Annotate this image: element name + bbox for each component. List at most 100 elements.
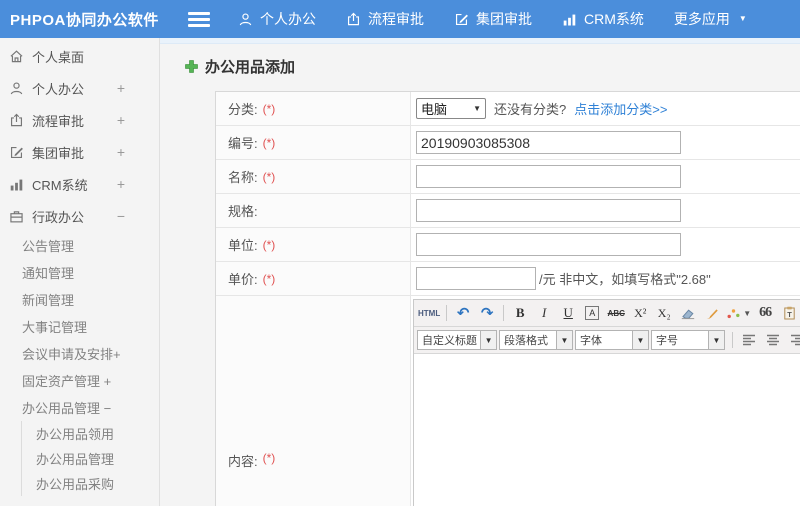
nav-personal-office[interactable]: 个人办公 (238, 9, 316, 29)
subscript[interactable]: X₂ (653, 303, 675, 323)
unit-input[interactable] (416, 233, 681, 256)
editor-toolbar-row1: HTML ↶ ↷ B I U A ABC X² X₂ ▼ 66 T (414, 300, 800, 327)
sidebar-item-label: 新闻管理 (22, 293, 75, 308)
edit-icon (9, 145, 24, 160)
no-category-hint: 还没有分类? (494, 102, 567, 117)
price-input[interactable] (416, 267, 536, 290)
expander-toggle[interactable]: + (117, 144, 125, 160)
sidebar-item-supplies-claim[interactable]: 办公用品领用 (21, 421, 159, 446)
flow-icon (9, 113, 24, 128)
form-row-spec: 规格: (216, 194, 800, 228)
editor-select-label: 自定义标题 (422, 335, 477, 347)
font-family-select[interactable]: 字体 ▼ (575, 330, 649, 350)
expander-toggle[interactable]: + (117, 176, 125, 192)
expander-toggle[interactable]: − (117, 208, 125, 224)
align-center[interactable] (762, 330, 784, 350)
strikethrough[interactable]: ABC (605, 303, 627, 323)
sidebar-item-crm[interactable]: CRM系统 + (0, 168, 159, 200)
nav-workflow-approval[interactable]: 流程审批 (346, 9, 424, 29)
clipboard-icon: T (783, 306, 796, 320)
spec-label: 规格: (228, 204, 258, 219)
sidebar-item-personal-desktop[interactable]: 个人桌面 (0, 40, 159, 72)
app-logo: PHPOA协同办公软件 (10, 11, 159, 29)
superscript[interactable]: X² (629, 303, 651, 323)
name-input[interactable] (416, 165, 681, 188)
name-label: 名称: (228, 170, 258, 185)
form-row-price: 单价: (*) /元 非中文，如填写格式"2.68" (216, 262, 800, 296)
sidebar-item-meeting-request[interactable]: 会议申请及安排+ (0, 340, 159, 367)
hamburger-menu-icon[interactable] (188, 11, 210, 27)
category-selected-value: 电脑 (421, 102, 448, 117)
required-mark: (*) (262, 101, 276, 116)
editor-format-selects: 自定义标题 ▼ 段落格式 ▼ 字体 ▼ 字号 ▼ (417, 330, 727, 350)
nav-item-label: 集团审批 (476, 11, 532, 27)
redo[interactable]: ↷ (476, 303, 498, 323)
price-label: 单价: (228, 272, 258, 287)
form-row-unit: 单位: (*) (216, 228, 800, 262)
sidebar-item-notice-mgmt[interactable]: 通知管理 (0, 259, 159, 286)
sidebar-item-group-approval[interactable]: 集团审批 + (0, 136, 159, 168)
sidebar-item-office-supplies-mgmt[interactable]: 办公用品管理 − (0, 394, 159, 421)
auto-typeset[interactable]: ▼ (725, 303, 752, 323)
toolbar-glyph: A (585, 306, 600, 320)
align-left[interactable] (738, 330, 760, 350)
paragraph-format-select[interactable]: 段落格式 ▼ (499, 330, 573, 350)
bold[interactable]: B (509, 303, 531, 323)
add-category-link[interactable]: 点击添加分类>> (574, 99, 667, 118)
code-input[interactable] (416, 131, 681, 154)
sidebar-item-admin-office[interactable]: 行政办公 − (0, 200, 159, 232)
undo[interactable]: ↶ (452, 303, 474, 323)
align-left-icon (742, 334, 756, 346)
custom-title-select[interactable]: 自定义标题 ▼ (417, 330, 497, 350)
expander-toggle[interactable]: + (117, 80, 125, 96)
editor-toolbar-row2: 自定义标题 ▼ 段落格式 ▼ 字体 ▼ 字号 ▼ (414, 327, 800, 354)
sidebar-item-label: 通知管理 (22, 266, 75, 281)
align-right-icon (790, 334, 800, 346)
spec-input[interactable] (416, 199, 681, 222)
main-content: 办公用品添加 分类: (*) 电脑 ▼ 还没有分类? 点击添加分类>> 编号: … (160, 38, 800, 506)
italic[interactable]: I (533, 303, 555, 323)
required-mark: (*) (262, 135, 276, 150)
flow-icon (346, 12, 361, 27)
price-format-note: /元 非中文，如填写格式"2.68" (539, 272, 711, 287)
sidebar-item-events-mgmt[interactable]: 大事记管理 (0, 313, 159, 340)
sidebar-item-supplies-manage[interactable]: 办公用品管理 (21, 446, 159, 471)
top-navigation-bar: PHPOA协同办公软件 个人办公 流程审批 集团审批 CRM系统 更多应用 ▼ (0, 0, 800, 38)
nav-more-apps[interactable]: 更多应用 ▼ (674, 9, 747, 29)
form-row-code: 编号: (*) (216, 126, 800, 160)
editor-content-area[interactable] (414, 354, 800, 506)
sidebar-item-workflow-approval[interactable]: 流程审批 + (0, 104, 159, 136)
nav-crm[interactable]: CRM系统 (562, 9, 644, 29)
toolbar-glyph: 66 (759, 305, 772, 320)
svg-text:T: T (787, 310, 792, 319)
sidebar-item-supplies-purchase[interactable]: 办公用品采购 (21, 471, 159, 496)
sidebar-item-fixed-assets-mgmt[interactable]: 固定资产管理 + (0, 367, 159, 394)
format-painter[interactable] (701, 303, 723, 323)
eraser[interactable] (677, 303, 699, 323)
sidebar-item-label: 个人办公 (32, 81, 85, 97)
required-mark: (*) (262, 237, 276, 252)
chart-icon (562, 12, 577, 27)
blockquote[interactable]: 66 (754, 303, 776, 323)
toolbar-glyph: B (515, 305, 525, 320)
person-icon (9, 81, 24, 96)
sidebar-item-personal-office[interactable]: 个人办公 + (0, 72, 159, 104)
home-icon (9, 49, 24, 64)
align-center-icon (766, 334, 780, 346)
expander-toggle[interactable]: + (117, 112, 125, 128)
category-select[interactable]: 电脑 ▼ (416, 98, 486, 119)
sidebar-menu: 个人桌面 个人办公 + 流程审批 + 集团审批 + CRM系统 + 行政办公 −… (0, 38, 160, 506)
form-row-category: 分类: (*) 电脑 ▼ 还没有分类? 点击添加分类>> (216, 92, 800, 126)
html-source[interactable]: HTML (417, 303, 441, 323)
font-size-select[interactable]: 字号 ▼ (651, 330, 725, 350)
align-right[interactable] (786, 330, 800, 350)
underline[interactable]: U (557, 303, 579, 323)
sidebar-item-news-mgmt[interactable]: 新闻管理 (0, 286, 159, 313)
sidebar-item-label: 会议申请及安排+ (22, 347, 121, 362)
paste-as-text[interactable]: T (778, 303, 800, 323)
nav-group-approval[interactable]: 集团审批 (454, 9, 532, 29)
font-style[interactable]: A (581, 303, 603, 323)
sidebar-item-label: 集团审批 (32, 145, 85, 161)
sidebar-item-announcement-mgmt[interactable]: 公告管理 (0, 232, 159, 259)
toolbar-glyph: HTML (418, 308, 441, 318)
